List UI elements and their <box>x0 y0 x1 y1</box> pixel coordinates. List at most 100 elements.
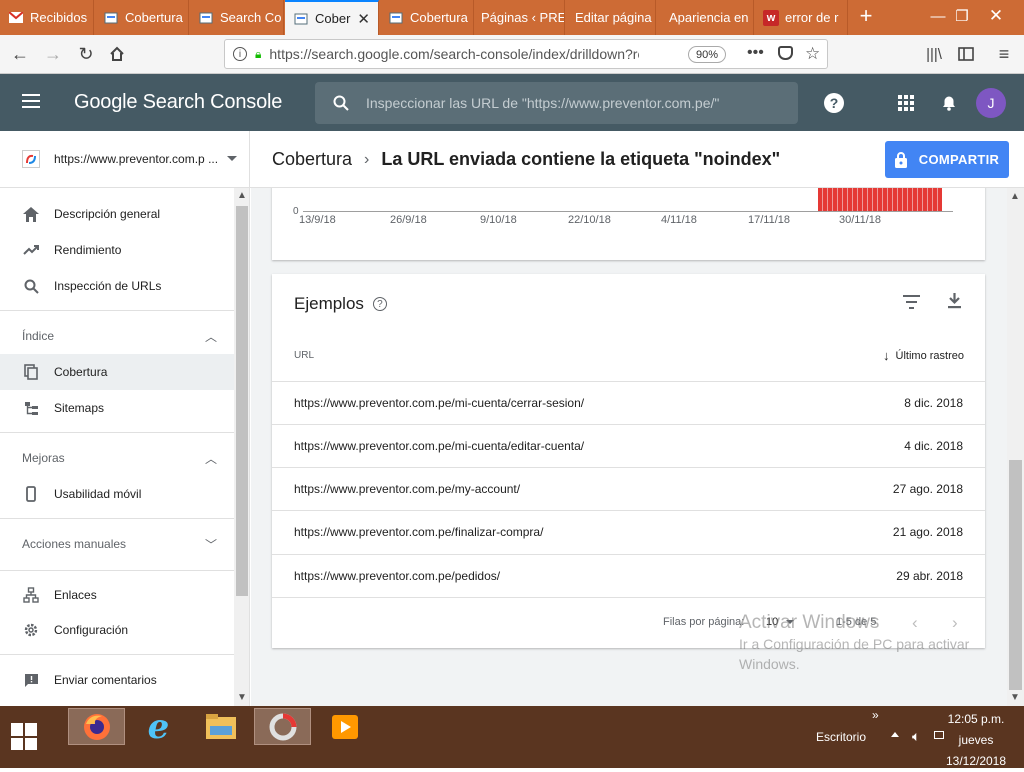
apps-grid-icon[interactable] <box>898 95 914 111</box>
sidebar-item-links[interactable]: Enlaces <box>0 577 234 613</box>
help-icon[interactable]: ? <box>824 93 844 113</box>
column-header-last-crawl[interactable]: ↓ Último rastreo <box>883 348 964 363</box>
back-icon[interactable]: ← <box>7 41 33 67</box>
browser-tab-active[interactable]: Cober ✕ <box>285 0 379 35</box>
zoom-level[interactable]: 90% <box>688 46 726 63</box>
share-button[interactable]: COMPARTIR <box>885 141 1009 178</box>
coverage-icon <box>22 363 40 381</box>
reload-icon[interactable]: ↻ <box>73 41 99 67</box>
download-icon[interactable] <box>947 292 962 314</box>
table-row[interactable]: https://www.preventor.com.pe/mi-cuenta/e… <box>272 424 985 467</box>
section-header-manual-actions[interactable]: Acciones manuales <box>22 537 126 551</box>
close-tab-icon[interactable]: ✕ <box>357 10 370 28</box>
sidebar-item-overview[interactable]: Descripción general <box>0 196 234 232</box>
internet-explorer-taskbar-icon[interactable]: e <box>130 707 187 747</box>
clock[interactable]: 12:05 p.m. jueves 13/12/2018 <box>940 709 1012 772</box>
chevron-up-icon[interactable]: ︿ <box>205 450 217 467</box>
browser-tab[interactable]: w error de r <box>755 0 848 35</box>
media-player-taskbar-icon[interactable] <box>316 708 373 745</box>
prev-page-icon[interactable]: ‹ <box>912 613 918 633</box>
tab-label: Cober <box>315 11 351 26</box>
breadcrumb-parent-link[interactable]: Cobertura <box>272 149 352 170</box>
sidebar-item-label: Usabilidad móvil <box>54 487 142 501</box>
new-tab-icon[interactable]: + <box>852 2 880 30</box>
sidebar-item-label: Descripción general <box>54 207 161 221</box>
table-row[interactable]: https://www.preventor.com.pe/finalizar-c… <box>272 510 985 553</box>
tab-label: Editar página <box>575 10 652 25</box>
scroll-down-arrow-icon[interactable]: ▼ <box>237 692 247 703</box>
notifications-bell-icon[interactable] <box>940 94 958 112</box>
divider <box>0 518 234 519</box>
section-header-index[interactable]: Índice <box>22 329 54 343</box>
chevron-up-icon[interactable]: ︿ <box>205 328 217 345</box>
browser-tab[interactable]: Cobertura <box>380 0 474 35</box>
sidebar-item-settings[interactable]: Configuración <box>0 612 234 648</box>
main-scrollbar-thumb[interactable] <box>1009 460 1022 690</box>
sidebar-item-sitemaps[interactable]: Sitemaps <box>0 390 234 426</box>
page-actions-icon[interactable]: ••• <box>747 44 764 62</box>
avatar[interactable]: J <box>976 88 1006 118</box>
help-circle-icon[interactable]: ? <box>372 297 387 311</box>
close-window-icon[interactable]: ✕ <box>982 2 1010 30</box>
table-row[interactable]: https://www.preventor.com.pe/mi-cuenta/c… <box>272 381 985 424</box>
info-icon[interactable]: i <box>233 47 247 61</box>
section-header-improvements[interactable]: Mejoras <box>22 451 65 465</box>
address-bar[interactable]: i 🔒︎ https://search.google.com/search-co… <box>224 39 828 69</box>
row-date: 27 ago. 2018 <box>892 482 963 496</box>
forward-icon[interactable]: → <box>40 41 66 67</box>
search-input-placeholder: Inspeccionar las URL de "https://www.pre… <box>366 95 720 111</box>
row-url: https://www.preventor.com.pe/my-account/ <box>294 482 521 496</box>
tray-arrow-up-icon[interactable] <box>891 732 899 737</box>
desktop-toolbar-label[interactable]: Escritorio <box>816 730 866 744</box>
sidebar-toggle-icon[interactable] <box>953 41 979 67</box>
show-hidden-icons-icon[interactable]: » <box>872 708 879 722</box>
table-row[interactable]: https://www.preventor.com.pe/my-account/… <box>272 467 985 510</box>
file-explorer-taskbar-icon[interactable] <box>192 708 249 745</box>
property-selector[interactable]: https://www.preventor.com.p ... <box>0 131 250 188</box>
windows-taskbar: e » Escritorio 🔈︎ 12:05 p.m. jueves 13/1… <box>0 706 1024 768</box>
browser-tab[interactable]: Search Co <box>190 0 284 35</box>
home-icon[interactable] <box>104 41 130 67</box>
bookmark-star-icon[interactable]: ☆ <box>805 44 820 64</box>
url-inspection-search[interactable]: Inspeccionar las URL de "https://www.pre… <box>315 82 798 124</box>
app-taskbar-icon[interactable] <box>254 708 311 745</box>
sidebar-scrollbar-thumb[interactable] <box>236 206 248 596</box>
activation-watermark-line: Windows. <box>739 656 800 672</box>
chevron-down-icon[interactable]: ﹀ <box>205 536 217 553</box>
gmail-icon <box>8 10 24 26</box>
next-page-icon[interactable]: › <box>952 613 958 633</box>
x-tick-label: 13/9/18 <box>299 214 336 226</box>
browser-tab[interactable]: Apariencia en <box>657 0 754 35</box>
scroll-down-arrow-icon[interactable]: ▼ <box>1010 692 1020 703</box>
browser-tab[interactable]: Cobertura <box>95 0 189 35</box>
pocket-icon[interactable] <box>778 46 793 60</box>
firefox-taskbar-icon[interactable] <box>68 708 125 745</box>
sidebar-item-coverage[interactable]: Cobertura <box>0 354 234 390</box>
filter-icon[interactable] <box>903 295 920 309</box>
lock-icon <box>894 151 907 168</box>
search-icon <box>331 93 351 113</box>
hamburger-menu-icon[interactable] <box>22 94 40 108</box>
menu-icon[interactable]: ≡ <box>991 41 1017 67</box>
windows-start-icon[interactable] <box>11 723 38 750</box>
sidebar-item-feedback[interactable]: Enviar comentarios <box>0 662 234 698</box>
restore-icon[interactable]: ❐ <box>948 2 976 30</box>
table-row[interactable]: https://www.preventor.com.pe/pedidos/ 29… <box>272 554 985 597</box>
sidebar-item-label: Enviar comentarios <box>54 673 157 687</box>
scroll-up-arrow-icon[interactable]: ▲ <box>1010 191 1020 202</box>
volume-icon[interactable]: 🔈︎ <box>912 728 920 745</box>
browser-tab[interactable]: Editar página <box>566 0 656 35</box>
sidebar-item-url-inspection[interactable]: Inspección de URLs <box>0 268 234 304</box>
browser-tab[interactable]: Recibidos <box>0 0 94 35</box>
app-logo[interactable]: Google Search Console <box>74 91 282 114</box>
scroll-up-arrow-icon[interactable]: ▲ <box>237 190 247 201</box>
sidebar-item-performance[interactable]: Rendimiento <box>0 232 234 268</box>
clock-time: 12:05 p.m. <box>947 712 1005 726</box>
row-url: https://www.preventor.com.pe/finalizar-c… <box>294 525 544 539</box>
library-icon[interactable]: |||\ <box>921 41 947 67</box>
browser-tab[interactable]: Páginas ‹ PRE <box>475 0 565 35</box>
x-tick-label: 26/9/18 <box>390 214 427 226</box>
coverage-chart-card: 0 13/9/18 26/9/18 9/10/18 22/10/18 4/11/… <box>272 188 985 260</box>
sidebar-item-mobile-usability[interactable]: Usabilidad móvil <box>0 476 234 512</box>
sidebar-item-label: Enlaces <box>54 588 97 602</box>
